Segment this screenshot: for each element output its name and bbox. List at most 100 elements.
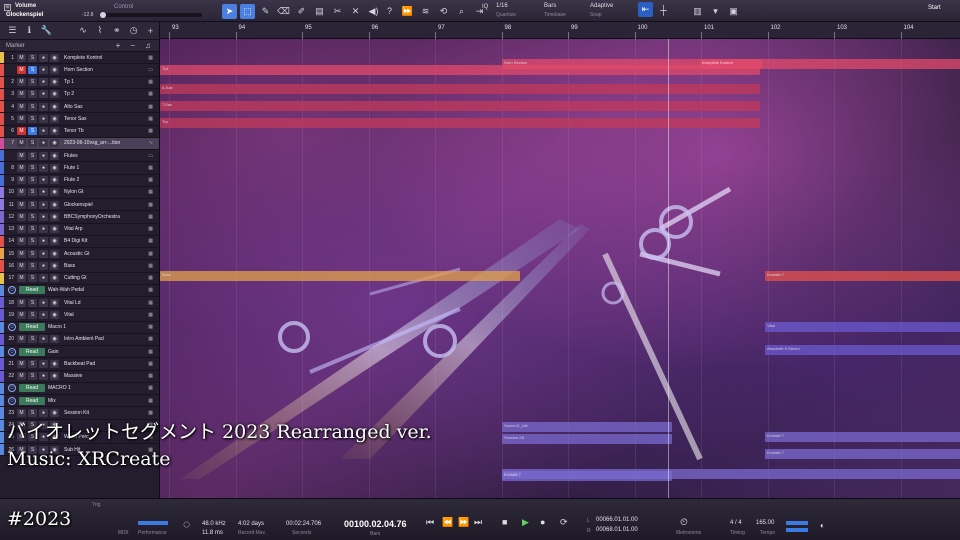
marker-track[interactable]: Marker + − ♫ — [0, 40, 159, 52]
listen-tool-icon[interactable]: ◀) — [366, 4, 381, 19]
track-row[interactable]: 3 M S ● ◉ Tp 2 ▦ — [0, 88, 159, 101]
mute-tool-icon[interactable]: ✕ — [348, 4, 363, 19]
track-row[interactable]: 6 M S ● ◉ Tenor Tb ▦ — [0, 125, 159, 138]
event-clip[interactable]: Bass — [160, 271, 520, 281]
monitor-button[interactable]: ◉ — [50, 127, 59, 136]
track-row[interactable]: 15 M S ● ◉ Acoustic Gt ▦ — [0, 248, 159, 261]
add-marker-icon[interactable]: + — [116, 41, 121, 50]
mute-button[interactable]: M — [17, 176, 26, 185]
marker-note-icon[interactable]: ♫ — [145, 41, 151, 50]
automation-power-icon[interactable]: ⏻ — [8, 347, 16, 356]
mute-button[interactable]: M — [17, 102, 26, 111]
automation-power-icon[interactable]: ⏻ — [8, 396, 16, 405]
time-signature[interactable]: 4 / 4 — [730, 520, 742, 526]
monitor-button[interactable]: ◉ — [50, 335, 59, 344]
automation-power-icon[interactable]: ⏻ — [8, 323, 16, 332]
solo-button[interactable]: S — [28, 200, 37, 209]
mute-button[interactable]: M — [17, 78, 26, 87]
record-arm-button[interactable]: ● — [39, 151, 48, 160]
snap-select[interactable]: Adaptive — [590, 3, 613, 9]
device-icon[interactable]: ▣ — [726, 4, 741, 19]
event-clip[interactable]: Vital — [765, 322, 960, 332]
event-clip[interactable]: Kontakt 7 — [765, 271, 960, 281]
track-name[interactable]: Acoustic Gt — [64, 251, 134, 257]
track-name[interactable]: Komplete Kontrol — [64, 55, 134, 61]
track-row[interactable]: 20 M S ● ◉ Intro Ambient Pad ▦ — [0, 333, 159, 346]
mute-button[interactable]: M — [17, 139, 26, 148]
track-row[interactable]: 16 M S ● ◉ Bass ▦ — [0, 260, 159, 273]
track-row[interactable]: M S ● ◉ Flutes ▭ — [0, 150, 159, 163]
solo-button[interactable]: S — [28, 102, 37, 111]
monitor-button[interactable]: ◉ — [50, 139, 59, 148]
solo-button[interactable]: S — [28, 176, 37, 185]
note-tool-icon[interactable]: ▤ — [312, 4, 327, 19]
solo-button[interactable]: S — [28, 188, 37, 197]
track-name[interactable]: Tenor Tb — [64, 128, 134, 134]
event-clip[interactable]: Kontakt 7 — [765, 432, 960, 442]
track-row[interactable]: 10 M S ● ◉ Nylon Gt ▦ — [0, 186, 159, 199]
track-row[interactable]: 8 M S ● ◉ Flute 1 ▦ — [0, 162, 159, 175]
track-name[interactable]: Mix — [48, 398, 118, 404]
mute-button[interactable]: M — [17, 225, 26, 234]
mute-button[interactable]: M — [17, 114, 26, 123]
track-name[interactable]: Tenor Sax — [64, 116, 134, 122]
track-name[interactable]: Flute 1 — [64, 165, 134, 171]
record-arm-button[interactable]: ● — [39, 298, 48, 307]
record-arm-button[interactable]: ● — [39, 225, 48, 234]
record-arm-button[interactable]: ● — [39, 102, 48, 111]
record-arm-button[interactable]: ● — [39, 176, 48, 185]
track-name[interactable]: Horn Section — [64, 67, 134, 73]
mute-button[interactable]: M — [17, 163, 26, 172]
audio-bend-icon[interactable]: ⏩ — [400, 4, 415, 19]
solo-button[interactable]: S — [28, 310, 37, 319]
track-row[interactable]: 18 M S ● ◉ Vital Ld ▦ — [0, 297, 159, 310]
mute-button[interactable]: M — [17, 65, 26, 74]
automation-mode-button[interactable]: Read — [19, 323, 45, 332]
timeline-ruler[interactable]: 93 94 95 96 97 98 99 100 101 102 103 104 — [160, 22, 960, 39]
automation-mode-button[interactable]: Read — [19, 384, 45, 393]
monitor-button[interactable]: ◉ — [50, 249, 59, 258]
mute-button[interactable]: M — [17, 359, 26, 368]
playhead-cursor[interactable] — [668, 39, 669, 498]
track-name[interactable]: Vital — [64, 312, 134, 318]
monitor-button[interactable]: ◉ — [50, 151, 59, 160]
track-name[interactable]: Intro Ambient Pad — [64, 336, 134, 342]
monitor-button[interactable]: ◉ — [50, 78, 59, 87]
slider-thumb[interactable] — [100, 12, 106, 18]
monitor-button[interactable]: ◉ — [50, 102, 59, 111]
track-row[interactable]: 5 M S ● ◉ Tenor Sax ▦ — [0, 113, 159, 126]
help-icon[interactable]: ? — [382, 4, 397, 19]
track-row[interactable]: 7 M S ● ◉ 2023-06-10vsg_arr-...tion ∿ — [0, 137, 159, 150]
list-view-icon[interactable]: ☰ — [4, 25, 21, 36]
solo-button[interactable]: S — [28, 237, 37, 246]
monitor-button[interactable]: ◉ — [50, 53, 59, 62]
solo-button[interactable]: S — [28, 249, 37, 258]
track-name[interactable]: Session Kit — [64, 410, 134, 416]
bars-display[interactable]: 00100.02.04.76 — [344, 519, 407, 529]
monitor-button[interactable]: ◉ — [50, 163, 59, 172]
track-name[interactable]: Gain — [48, 349, 118, 355]
zoom-icon[interactable]: ⌕ — [454, 4, 469, 19]
solo-button[interactable]: S — [28, 408, 37, 417]
play-icon[interactable]: ▶ — [522, 517, 529, 529]
automation-mode-button[interactable]: Read — [19, 286, 45, 295]
monitor-button[interactable]: ◉ — [50, 237, 59, 246]
record-arm-button[interactable]: ● — [39, 372, 48, 381]
monitor-button[interactable]: ◉ — [50, 261, 59, 270]
mute-button[interactable]: M — [17, 53, 26, 62]
record-arm-button[interactable]: ● — [39, 188, 48, 197]
solo-button[interactable]: S — [28, 359, 37, 368]
quantize-select[interactable]: 1/16 — [496, 3, 508, 9]
mute-button[interactable]: M — [17, 298, 26, 307]
event-clip[interactable]: A.Sax — [160, 84, 760, 94]
record-arm-button[interactable]: ● — [39, 78, 48, 87]
track-name[interactable]: Flutes — [64, 153, 134, 159]
monitor-button[interactable]: ◉ — [50, 212, 59, 221]
inspector-icon[interactable]: ℹ — [21, 25, 38, 36]
solo-button[interactable]: S — [28, 90, 37, 99]
monitor-button[interactable]: ◉ — [50, 200, 59, 209]
pencil-tool-icon[interactable]: ✎ — [258, 4, 273, 19]
automation-power-icon[interactable]: ⏻ — [8, 286, 16, 295]
track-row[interactable]: 2 M S ● ◉ Tp 1 ▦ — [0, 76, 159, 89]
track-row[interactable]: ⏻ Read MACRO 1 ▦ — [0, 382, 159, 395]
